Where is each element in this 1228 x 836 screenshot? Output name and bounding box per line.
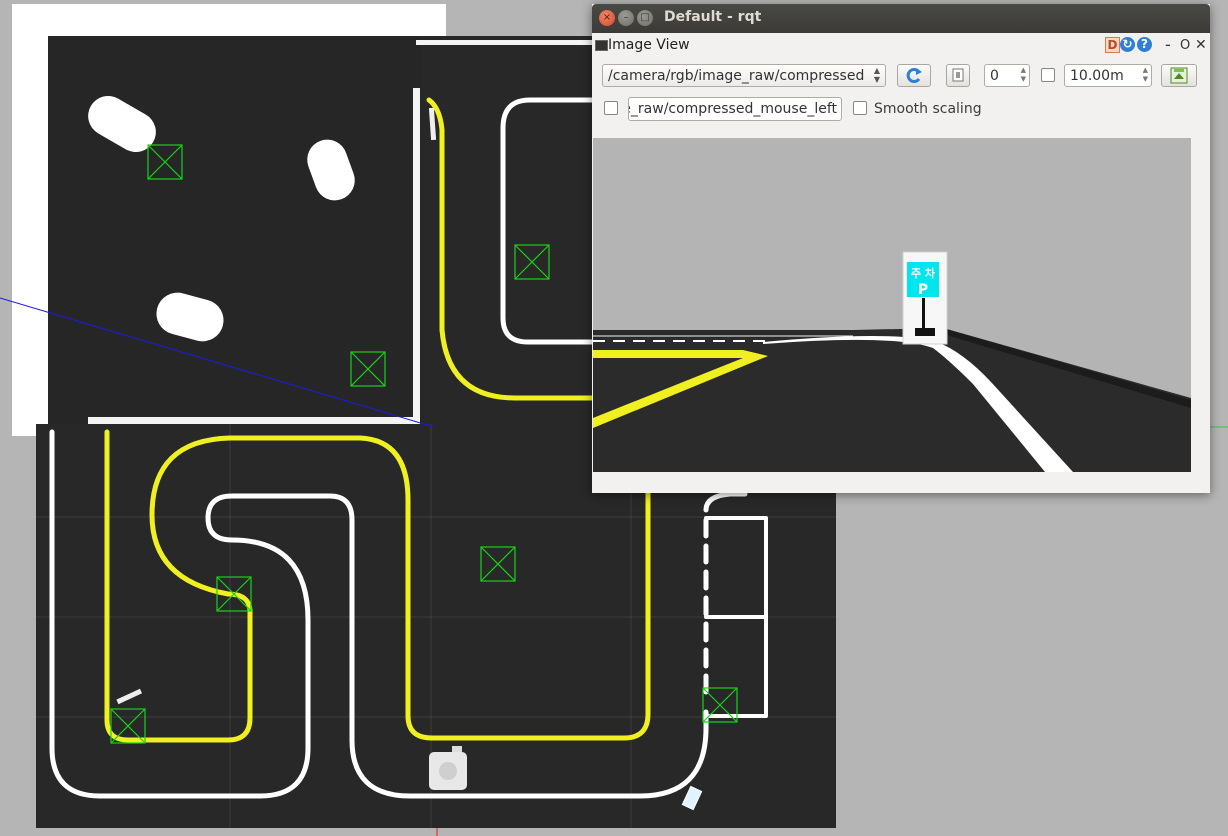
rotation-value: 0 xyxy=(990,68,999,84)
window-maximize-button[interactable]: □ xyxy=(637,10,653,26)
save-image-icon xyxy=(1170,67,1188,84)
refresh-topics-button[interactable] xyxy=(897,64,931,87)
combo-arrows-icon: ▲ ▼ xyxy=(873,66,880,84)
topic-select[interactable]: /camera/rgb/image_raw/compressed ▲ ▼ xyxy=(602,64,886,87)
rqt-window[interactable]: × – □ Default - rqt Image View D ↻ ? - O… xyxy=(592,4,1210,493)
plugin-icon xyxy=(595,40,608,51)
max-range-value: 10.00m xyxy=(1070,68,1124,84)
max-range-checkbox[interactable] xyxy=(1041,68,1055,82)
sign-text-p: P xyxy=(918,282,928,298)
reload-plugin-button[interactable]: ↻ xyxy=(1120,37,1135,52)
refresh-icon xyxy=(906,68,922,83)
mouse-publish-checkbox[interactable] xyxy=(604,101,618,115)
smooth-scaling-checkbox[interactable] xyxy=(853,101,867,115)
topic-select-value: /camera/rgb/image_raw/compressed xyxy=(608,68,865,84)
robot-icon[interactable] xyxy=(429,746,467,790)
divider-wall-vertical xyxy=(413,88,420,424)
spin-arrows-icon: ▲ ▼ xyxy=(1142,66,1148,83)
title-bar[interactable]: × – □ Default - rqt xyxy=(592,4,1210,33)
minimize-plugin-button[interactable]: - xyxy=(1165,35,1171,54)
top-wall xyxy=(416,40,601,45)
mouse-topic-value: /camera/rgb/image_raw/compressed_mouse_l… xyxy=(629,101,837,117)
close-plugin-button[interactable]: ✕ xyxy=(1195,37,1207,53)
spin-arrows-icon: ▲ ▼ xyxy=(1020,66,1026,83)
parking-sign: 주 차 P xyxy=(902,251,948,345)
max-range-spinbox[interactable]: 10.00m ▲ ▼ xyxy=(1064,64,1152,87)
window-minimize-button[interactable]: – xyxy=(618,10,634,26)
help-button[interactable]: ? xyxy=(1137,37,1152,52)
float-plugin-button[interactable]: O xyxy=(1180,38,1190,53)
save-image-button[interactable] xyxy=(1161,64,1197,87)
rotation-spinbox[interactable]: 0 ▲ ▼ xyxy=(984,64,1030,87)
camera-image-view[interactable]: 주 차 P xyxy=(593,138,1191,472)
plugin-title: Image View xyxy=(608,37,690,53)
sign-text-korean: 주 차 xyxy=(911,266,936,280)
divider-wall-horizontal xyxy=(88,417,420,424)
zoom-fit-icon xyxy=(952,68,964,82)
mouse-topic-input[interactable]: /camera/rgb/image_raw/compressed_mouse_l… xyxy=(628,97,842,121)
window-close-button[interactable]: × xyxy=(599,10,615,26)
window-title: Default - rqt xyxy=(664,9,762,25)
smooth-scaling-label: Smooth scaling xyxy=(874,101,982,117)
zoom-fit-button[interactable] xyxy=(946,64,970,87)
floor-right xyxy=(421,36,601,436)
debug-button[interactable]: D xyxy=(1105,37,1120,53)
